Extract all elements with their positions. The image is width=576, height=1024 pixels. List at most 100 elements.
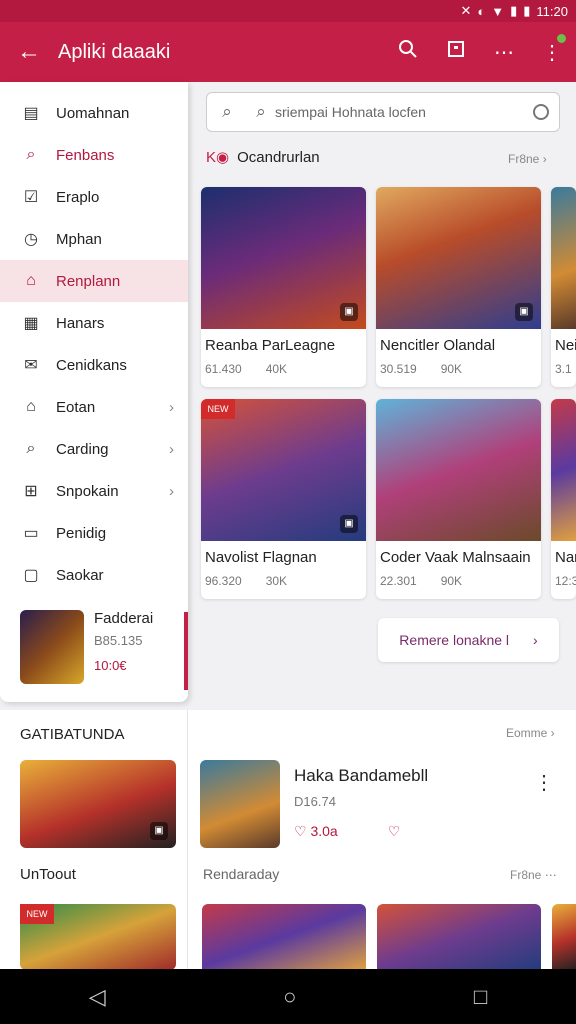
drawer-item-label: Snpokain <box>56 482 119 500</box>
nav-back-icon[interactable]: ◁ <box>89 984 106 1010</box>
drawer-item-label: Uomahnan <box>56 104 130 122</box>
drawer-item-label: Eotan <box>56 398 96 416</box>
drawer-item[interactable]: ▤ Uomahnan <box>0 92 188 134</box>
game-card-partial[interactable]: Nar 12:3 <box>551 399 576 599</box>
nav-home-icon[interactable]: ○ <box>283 984 296 1010</box>
section-logo-icon: K◉ <box>206 149 230 166</box>
game-title: Haka Bandamebll <box>294 766 429 785</box>
box-icon: ▢ <box>23 567 39 584</box>
game-card[interactable]: ▣ Reanba ParLeagne 61.430 40K <box>201 187 366 387</box>
voice-icon[interactable] <box>533 104 549 120</box>
search-input[interactable]: sriempai Hohnata locfen <box>275 104 533 120</box>
see-more-link[interactable]: Eomme › <box>506 726 555 740</box>
promo-banner[interactable]: NEW <box>20 904 176 970</box>
search-icon[interactable] <box>384 39 432 65</box>
drawer-item[interactable]: ◷ Mphan <box>0 218 188 260</box>
status-time: 11:20 <box>536 3 568 19</box>
game-downloads: 96.320 <box>205 574 242 588</box>
game-thumbnail[interactable] <box>552 904 576 970</box>
wifi-icon: ▼ <box>491 3 505 19</box>
more-vertical-icon[interactable]: ⋮ <box>528 33 576 65</box>
navigation-drawer: ▤ Uomahnan ⌕ Fenbans ☑ Eraplo ◷ Mphan ⌂ Renplann ▦… <box>0 82 188 702</box>
more-button-label: Remere lonakne l <box>399 632 510 648</box>
game-card[interactable]: Coder Vaak Malnsaain 22.301 90K <box>376 399 541 599</box>
drawer-item[interactable]: ⌕ Carding › <box>0 428 188 470</box>
search-icon: ⌕ <box>26 146 36 163</box>
drawer-item-label: Cenidkans <box>56 356 127 374</box>
drawer-item[interactable]: ⌂ Renplann <box>0 260 188 302</box>
new-ribbon: NEW <box>201 399 235 419</box>
search-icon: ⌕ <box>26 440 36 457</box>
home-icon: ⌂ <box>26 398 36 415</box>
nav-recents-icon[interactable]: □ <box>474 984 487 1010</box>
game-rating: 90K <box>440 574 463 588</box>
notification-dot <box>557 33 566 43</box>
checkbox-icon: ☑ <box>23 189 39 206</box>
game-thumbnail: NEW ▣ <box>201 399 366 541</box>
section-title: Rendaraday <box>203 866 280 882</box>
section-title: Ocandrurlan <box>237 148 320 166</box>
section-title: GATIBATUNDA <box>20 726 125 743</box>
search-bar[interactable]: ⌕ ⌕ sriempai Hohnata locfen <box>206 92 560 132</box>
game-thumbnail[interactable] <box>202 904 366 970</box>
game-downloads: 30.519 <box>380 362 417 376</box>
download-icon: ▣ <box>150 822 168 840</box>
drawer-item[interactable]: ▢ Saokar <box>0 554 188 596</box>
featured-game-row[interactable]: Haka Bandamebll D16.74 ♡ 3.0a ♡ ⋮ <box>200 760 570 850</box>
calendar-icon: ▦ <box>23 315 39 332</box>
more-horizontal-icon[interactable]: ⋯ <box>480 40 528 65</box>
favorite-icon[interactable]: ♡ <box>388 823 401 840</box>
game-title: Nar <box>555 549 576 566</box>
search-icon: ⌕ <box>222 102 232 121</box>
featured-banner[interactable]: ▣ <box>20 760 176 848</box>
back-arrow-icon[interactable]: ← <box>0 38 58 66</box>
drawer-card-sub: B85.135 <box>94 633 143 648</box>
download-icon: ▣ <box>340 515 358 533</box>
bag-icon: ⊞ <box>24 483 38 500</box>
drawer-item[interactable]: ☑ Eraplo <box>0 176 188 218</box>
card-icon: ▭ <box>23 525 39 542</box>
more-button[interactable]: Remere lonakne l › <box>378 618 559 662</box>
drawer-item-label: Carding <box>56 440 109 458</box>
drawer-item[interactable]: ⌕ Fenbans <box>0 134 188 176</box>
see-more-link[interactable]: Fr8ne › <box>508 152 547 166</box>
game-thumbnail: ▣ <box>376 187 541 329</box>
game-rating: 40K <box>265 362 288 376</box>
drawer-game-card[interactable]: Fadderai B85.135 10:0€ <box>20 610 185 686</box>
game-thumbnail[interactable] <box>377 904 541 970</box>
more-vertical-icon[interactable]: ⋮ <box>534 770 554 795</box>
page-title: Apliki daaaki <box>58 40 171 63</box>
drawer-item[interactable]: ⊞ Snpokain › <box>0 470 188 512</box>
chevron-right-icon: › <box>533 632 538 648</box>
drawer-item[interactable]: ⌂ Eotan › <box>0 386 188 428</box>
drawer-item-label: Saokar <box>56 566 104 584</box>
drawer-item-label: Hanars <box>56 314 105 332</box>
drawer-item[interactable]: ▦ Hanars <box>0 302 188 344</box>
drawer-item[interactable]: ✉ Cenidkans <box>0 344 188 386</box>
game-thumbnail <box>551 399 576 541</box>
game-downloads: 12:3 <box>555 574 576 588</box>
store-icon: ▤ <box>23 105 39 122</box>
drawer-item-label: Penidig <box>56 524 107 542</box>
download-icon: ▣ <box>515 303 533 321</box>
drawer-item-label: Renplann <box>56 272 121 290</box>
game-thumbnail: ▣ <box>201 187 366 329</box>
game-card-partial[interactable]: Nei 3.1 <box>551 187 576 387</box>
bookmark-icon[interactable] <box>432 40 480 64</box>
drawer-item[interactable]: ▭ Penidig <box>0 512 188 554</box>
game-rating: 30K <box>265 574 288 588</box>
drawer-item-label: Fenbans <box>56 146 115 164</box>
see-more-link[interactable]: Fr8ne ⋯ <box>510 868 557 882</box>
section-subtitle: UnToout <box>20 866 76 883</box>
game-thumbnail <box>200 760 280 848</box>
section-header: K◉ Ocandrurlan <box>206 148 320 167</box>
chevron-right-icon: › <box>169 398 174 416</box>
game-title: Reanba ParLeagne <box>205 337 336 354</box>
search-icon: ⌕ <box>256 102 266 121</box>
drawer-card-title: Fadderai <box>94 610 154 627</box>
game-thumbnail <box>376 399 541 541</box>
status-bar: ✕ ◐ ▼ ▮ ▮ 11:20 <box>0 0 576 22</box>
game-downloads: 22.301 <box>380 574 417 588</box>
game-card[interactable]: NEW ▣ Navolist Flagnan 96.320 30K <box>201 399 366 599</box>
game-card[interactable]: ▣ Nencitler Olandal 30.519 90K <box>376 187 541 387</box>
